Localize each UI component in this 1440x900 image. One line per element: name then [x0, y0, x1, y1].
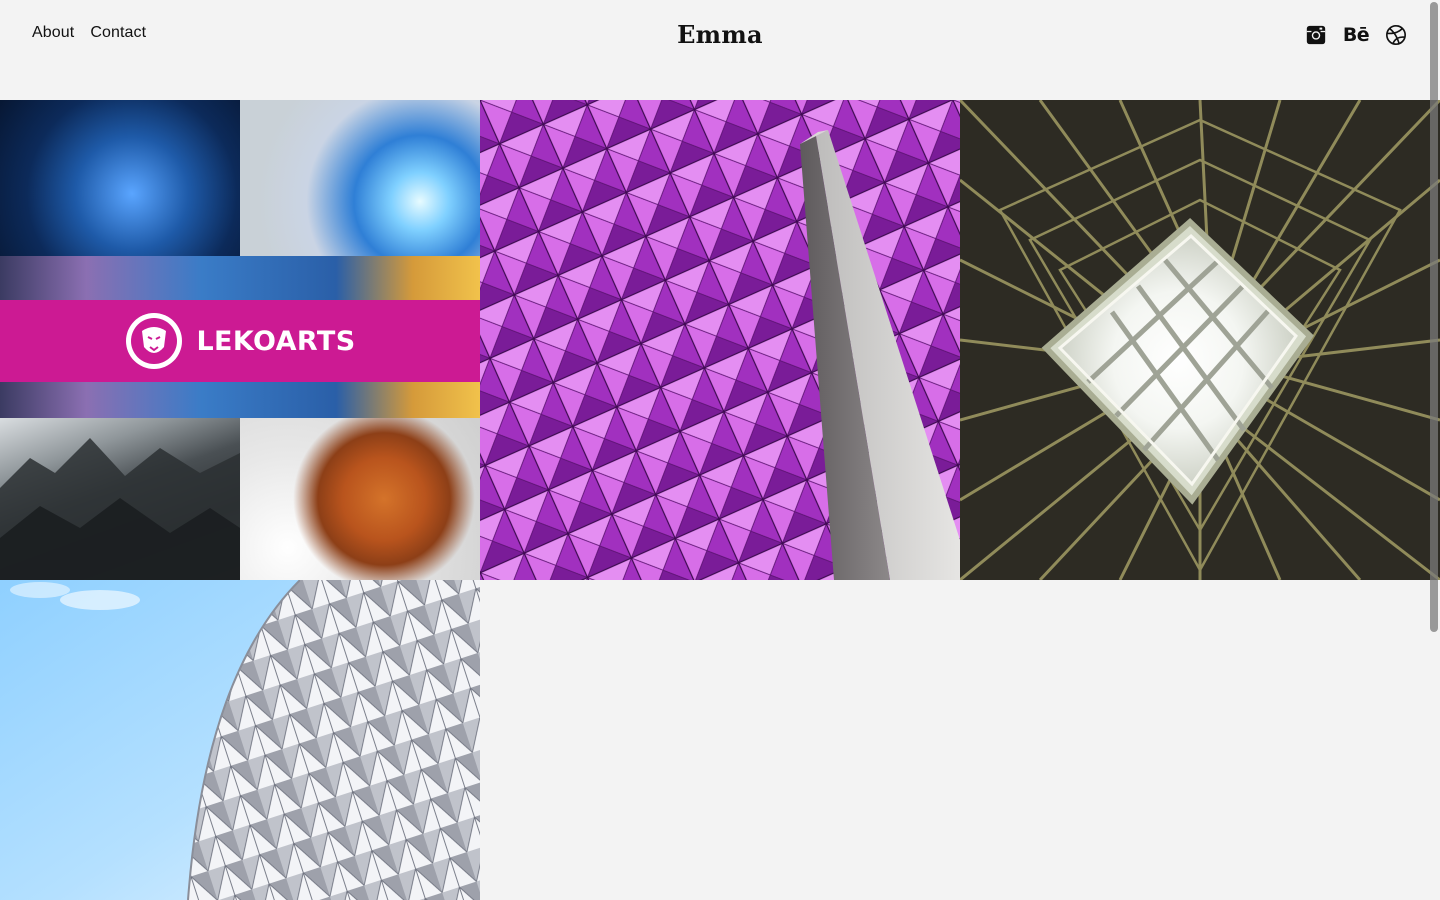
magenta-facade-image — [480, 100, 960, 580]
project-tile-skylight[interactable] — [960, 100, 1440, 580]
collage-blue-sphere-image — [0, 100, 240, 256]
collage-pearls-image — [240, 418, 480, 580]
lion-logo-icon — [126, 313, 183, 369]
page-scrollbar[interactable] — [1430, 2, 1438, 632]
lekoarts-banner: LEKOARTS — [0, 300, 480, 382]
project-tile-magenta-facade[interactable] — [480, 100, 960, 580]
lekoarts-banner-text: LEKOARTS — [196, 325, 356, 357]
site-title[interactable]: Emma — [0, 20, 1440, 49]
collage-blue-crystal-image — [240, 100, 480, 256]
social-links: Bē — [1304, 23, 1408, 47]
project-tile-geodesic-dome[interactable] — [0, 580, 480, 900]
behance-icon[interactable]: Bē — [1342, 23, 1370, 47]
collage-mountain-ridge — [0, 438, 240, 580]
project-tile-lekoarts[interactable]: LEKOARTS — [0, 100, 480, 580]
site-header: About Contact Emma Bē — [0, 0, 1440, 100]
geodesic-dome-image — [0, 580, 480, 900]
instagram-icon[interactable] — [1304, 23, 1328, 47]
dribbble-icon[interactable] — [1384, 23, 1408, 47]
skylight-image — [960, 100, 1440, 580]
behance-glyph: Bē — [1342, 23, 1370, 46]
